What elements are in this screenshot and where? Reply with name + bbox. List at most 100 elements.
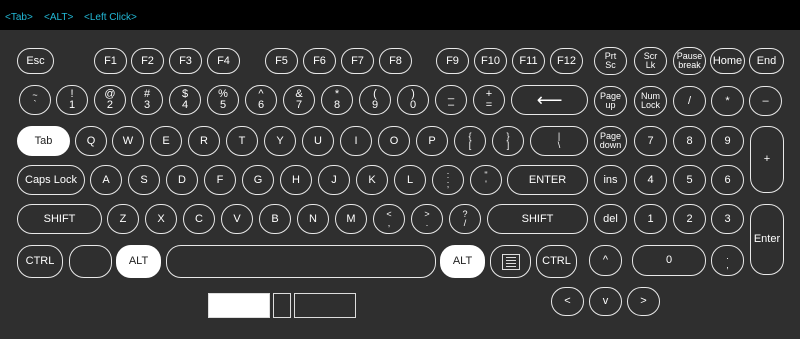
key-backslash[interactable]: | \ xyxy=(530,126,588,156)
key-a[interactable]: A xyxy=(90,165,122,195)
key-t[interactable]: T xyxy=(226,126,258,156)
key-insert[interactable]: ins xyxy=(594,165,627,195)
key-8[interactable]: * 8 xyxy=(321,85,353,115)
key-numpad-enter[interactable]: Enter xyxy=(750,204,784,275)
key-h[interactable]: H xyxy=(280,165,312,195)
key-p[interactable]: P xyxy=(416,126,448,156)
key-f11[interactable]: F11 xyxy=(512,48,545,74)
key-g[interactable]: G xyxy=(242,165,274,195)
key-delete[interactable]: del xyxy=(594,204,627,234)
key-i[interactable]: I xyxy=(340,126,372,156)
key-numpad-8[interactable]: 8 xyxy=(673,126,706,156)
key-enter[interactable]: ENTER xyxy=(507,165,588,195)
key-space[interactable] xyxy=(166,245,436,278)
key-6[interactable]: ^ 6 xyxy=(245,85,277,115)
key-right-ctrl[interactable]: CTRL xyxy=(536,245,577,278)
key-right-shift[interactable]: SHIFT xyxy=(487,204,588,234)
key-f4[interactable]: F4 xyxy=(207,48,240,74)
key-numpad-minus[interactable]: – xyxy=(749,86,782,116)
key-f2[interactable]: F2 xyxy=(131,48,164,74)
key-left-shift[interactable]: SHIFT xyxy=(17,204,102,234)
key-left-ctrl[interactable]: CTRL xyxy=(17,245,63,278)
key-d[interactable]: D xyxy=(166,165,198,195)
key-3[interactable]: # 3 xyxy=(131,85,163,115)
key-tab[interactable]: Tab xyxy=(17,126,70,156)
key-semicolon[interactable]: : ; xyxy=(432,165,464,195)
key-scroll-lock[interactable]: Scr Lk xyxy=(634,47,667,75)
key-caps-lock[interactable]: Caps Lock xyxy=(17,165,85,195)
key-left-alt[interactable]: ALT xyxy=(116,245,161,278)
key-close-bracket[interactable]: } ] xyxy=(492,126,524,156)
key-9[interactable]: ( 9 xyxy=(359,85,391,115)
layout-switch-left[interactable] xyxy=(208,293,270,318)
key-esc[interactable]: Esc xyxy=(17,48,54,74)
layout-switch-middle[interactable] xyxy=(273,293,291,318)
key-numpad-0[interactable]: 0 xyxy=(632,245,706,276)
key-c[interactable]: C xyxy=(183,204,215,234)
key-numpad-6[interactable]: 6 xyxy=(711,165,744,195)
key-context-menu[interactable] xyxy=(490,245,531,278)
key-w[interactable]: W xyxy=(112,126,144,156)
key-2[interactable]: @ 2 xyxy=(94,85,126,115)
key-end[interactable]: End xyxy=(749,48,784,74)
key-f12[interactable]: F12 xyxy=(550,48,583,74)
key-f5[interactable]: F5 xyxy=(265,48,298,74)
key-numpad-7[interactable]: 7 xyxy=(634,126,667,156)
key-1[interactable]: ! 1 xyxy=(56,85,88,115)
key-x[interactable]: X xyxy=(145,204,177,234)
key-page-up[interactable]: Page up xyxy=(594,86,627,116)
key-f10[interactable]: F10 xyxy=(474,48,507,74)
key-comma[interactable]: < , xyxy=(373,204,405,234)
key-f7[interactable]: F7 xyxy=(341,48,374,74)
key-arrow-down[interactable]: v xyxy=(589,287,622,316)
key-0[interactable]: ) 0 xyxy=(397,85,429,115)
key-7[interactable]: & 7 xyxy=(283,85,315,115)
key-f[interactable]: F xyxy=(204,165,236,195)
key-f1[interactable]: F1 xyxy=(94,48,127,74)
key-b[interactable]: B xyxy=(259,204,291,234)
key-numpad-5[interactable]: 5 xyxy=(673,165,706,195)
key-pause-break[interactable]: Pause break xyxy=(673,47,706,75)
key-num-lock[interactable]: Num Lock xyxy=(634,86,667,116)
key-5[interactable]: % 5 xyxy=(207,85,239,115)
key-open-bracket[interactable]: { [ xyxy=(454,126,486,156)
key-f9[interactable]: F9 xyxy=(436,48,469,74)
key-u[interactable]: U xyxy=(302,126,334,156)
key-numpad-2[interactable]: 2 xyxy=(673,204,706,234)
key-numpad-plus[interactable]: + xyxy=(750,126,784,193)
key-e[interactable]: E xyxy=(150,126,182,156)
key-numpad-multiply[interactable]: * xyxy=(711,86,744,116)
key-print-screen[interactable]: Prt Sc xyxy=(594,47,627,75)
key-y[interactable]: Y xyxy=(264,126,296,156)
key-numpad-divide[interactable]: / xyxy=(673,86,706,116)
key-numpad-decimal[interactable]: . , xyxy=(711,245,744,276)
key-slash[interactable]: ? / xyxy=(449,204,481,234)
key-arrow-left[interactable]: < xyxy=(551,287,584,316)
key-n[interactable]: N xyxy=(297,204,329,234)
key-quote[interactable]: " ' xyxy=(470,165,502,195)
key-q[interactable]: Q xyxy=(75,126,107,156)
key-minus[interactable]: _ – xyxy=(435,85,467,115)
key-k[interactable]: K xyxy=(356,165,388,195)
key-f8[interactable]: F8 xyxy=(379,48,412,74)
key-backspace[interactable]: ⟵ xyxy=(511,85,588,115)
key-period[interactable]: > . xyxy=(411,204,443,234)
key-numpad-4[interactable]: 4 xyxy=(634,165,667,195)
layout-switch-right[interactable] xyxy=(294,293,356,318)
key-numpad-1[interactable]: 1 xyxy=(634,204,667,234)
key-l[interactable]: L xyxy=(394,165,426,195)
key-f6[interactable]: F6 xyxy=(303,48,336,74)
key-4[interactable]: $ 4 xyxy=(169,85,201,115)
key-s[interactable]: S xyxy=(128,165,160,195)
key-o[interactable]: O xyxy=(378,126,410,156)
key-windows[interactable] xyxy=(69,245,112,278)
key-arrow-up[interactable]: ^ xyxy=(589,245,622,276)
key-page-down[interactable]: Page down xyxy=(594,126,627,156)
key-m[interactable]: M xyxy=(335,204,367,234)
key-v[interactable]: V xyxy=(221,204,253,234)
key-r[interactable]: R xyxy=(188,126,220,156)
key-z[interactable]: Z xyxy=(107,204,139,234)
key-equals[interactable]: + = xyxy=(473,85,505,115)
key-numpad-9[interactable]: 9 xyxy=(711,126,744,156)
key-right-alt[interactable]: ALT xyxy=(440,245,485,278)
